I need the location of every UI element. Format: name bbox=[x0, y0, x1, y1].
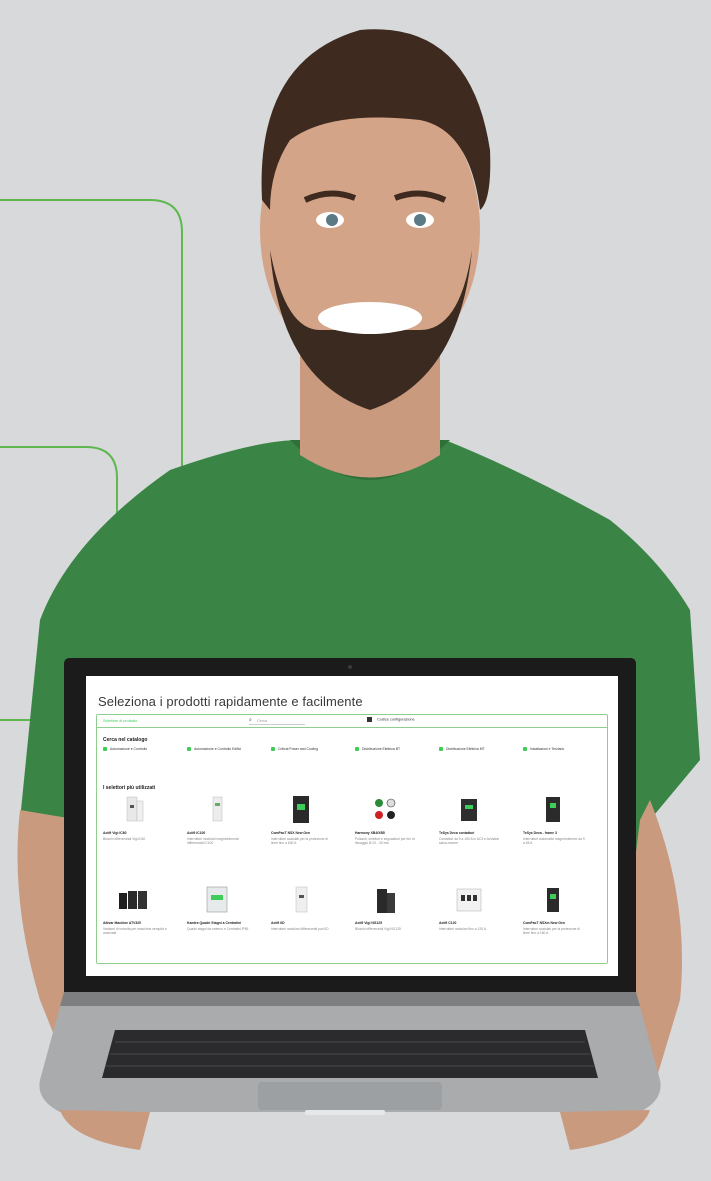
product-card[interactable]: ComPacT NSXm New Gen Interruttori scatol… bbox=[523, 885, 593, 955]
search-placeholder: Cerca bbox=[257, 719, 268, 723]
right-hand bbox=[560, 1110, 650, 1150]
product-card[interactable]: TeSys Deca contattori Contattori da 9 a … bbox=[439, 795, 509, 865]
building-icon bbox=[187, 747, 191, 752]
product-image bbox=[375, 798, 396, 819]
product-card[interactable]: Kaedra Quadri Stagni a Centralini Quadri… bbox=[187, 885, 257, 955]
search-icon: ⌕ bbox=[249, 717, 252, 723]
product-card[interactable]: Altivar Machine ATV320 Variatori di velo… bbox=[103, 885, 173, 955]
product-card[interactable]: Acti9 iID Interruttori modulari differen… bbox=[271, 885, 341, 955]
product-card[interactable]: Acti9 iC100 Interruttori modulari magnet… bbox=[187, 795, 257, 865]
mouth bbox=[318, 302, 422, 334]
category-item[interactable]: Distribuzione Elettrica BT bbox=[355, 747, 425, 752]
product-image bbox=[456, 888, 482, 912]
left-hand bbox=[60, 1110, 150, 1150]
product-image bbox=[293, 796, 309, 823]
automation-icon bbox=[103, 747, 107, 752]
scene: Seleziona i prodotti rapidamente e facil… bbox=[0, 0, 711, 1181]
product-image bbox=[119, 891, 147, 909]
most-used-title: I selettori più utilizzati bbox=[103, 785, 156, 791]
catalog-categories: Automazione e Controllo Automazione e Co… bbox=[103, 747, 603, 761]
category-item[interactable]: Installazioni e Terziario bbox=[523, 747, 593, 752]
product-selector-link[interactable]: Selettore di prodotto bbox=[103, 719, 137, 723]
config-icon bbox=[367, 717, 372, 722]
product-card[interactable]: Acti9 Vigi NG125 Blocchi differenziali V… bbox=[355, 885, 425, 955]
catalog-title: Cerca nel catalogo bbox=[103, 737, 148, 743]
hinge bbox=[60, 992, 640, 1006]
product-image bbox=[547, 888, 559, 912]
product-image bbox=[126, 796, 144, 822]
product-image bbox=[377, 889, 395, 913]
category-item[interactable]: Critical Power and Cooling bbox=[271, 747, 341, 752]
category-item[interactable]: Automazione e Controllo Edifici bbox=[187, 747, 257, 752]
category-item[interactable]: Automazione e Controllo bbox=[103, 747, 173, 752]
left-eye bbox=[326, 214, 338, 226]
search-field[interactable]: ⌕ Cerca bbox=[249, 717, 305, 725]
power-icon bbox=[271, 747, 275, 752]
right-eye bbox=[414, 214, 426, 226]
category-item[interactable]: Distribuzione Elettrica MT bbox=[439, 747, 509, 752]
selector-bar: Selettore di prodotto ⌕ Cerca Codice con… bbox=[97, 715, 607, 728]
selector-panel: Selettore di prodotto ⌕ Cerca Codice con… bbox=[96, 714, 608, 964]
product-card[interactable]: Acti9 Vigi iC60 Blocchi differenziali Vi… bbox=[103, 795, 173, 865]
product-image bbox=[212, 796, 223, 822]
configuration-code-button[interactable]: Codice configurazione bbox=[367, 717, 415, 722]
page-title: Seleziona i prodotti rapidamente e facil… bbox=[98, 694, 363, 709]
product-image bbox=[546, 797, 560, 822]
trackpad bbox=[258, 1082, 442, 1110]
lv-distribution-icon bbox=[355, 747, 359, 752]
product-card[interactable]: TeSys Deca - frame 3 Interruttori automa… bbox=[523, 795, 593, 865]
photo-background bbox=[0, 29, 700, 1150]
product-image bbox=[206, 886, 228, 913]
product-card[interactable]: Acti9 C120 Interruttori modulari fino a … bbox=[439, 885, 509, 955]
installation-icon bbox=[523, 747, 527, 752]
product-image bbox=[295, 886, 308, 913]
product-image bbox=[461, 799, 477, 821]
mv-distribution-icon bbox=[439, 747, 443, 752]
config-label: Codice configurazione bbox=[377, 717, 415, 722]
product-card[interactable]: ComPacT NSX New Gen Interruttori scatola… bbox=[271, 795, 341, 865]
laptop-screen: Seleziona i prodotti rapidamente e facil… bbox=[86, 676, 618, 976]
product-card[interactable]: Harmony XB4/XB5 Pulsanti, selettori e se… bbox=[355, 795, 425, 865]
